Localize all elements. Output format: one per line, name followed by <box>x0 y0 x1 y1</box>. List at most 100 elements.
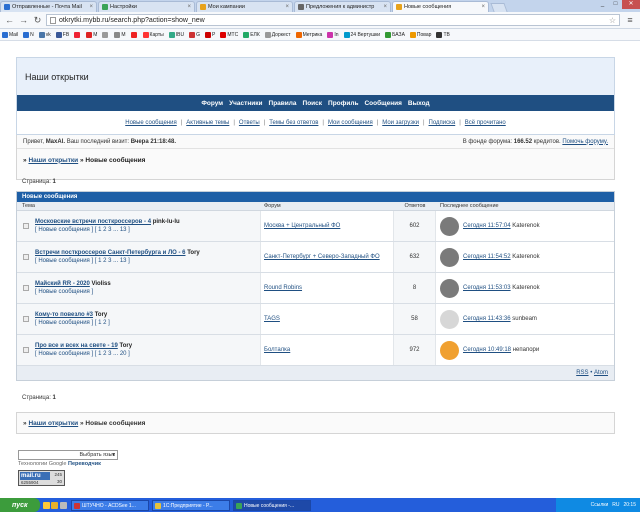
bookmark-star-icon[interactable]: ☆ <box>609 16 616 25</box>
mailru-counter[interactable]: mail.ru 245 30 6255904 <box>18 470 65 486</box>
avatar[interactable] <box>440 247 459 267</box>
forward-icon[interactable]: → <box>18 15 29 26</box>
submenu-link[interactable]: Подписка <box>429 120 456 126</box>
submenu-link[interactable]: Всё прочитано <box>465 120 506 126</box>
submenu-link[interactable]: Темы без ответов <box>269 120 318 126</box>
bookmark-item[interactable]: vk <box>38 31 51 38</box>
taskbar-task[interactable]: 1С:Предприятие - Р... <box>152 499 230 511</box>
taskbar-task[interactable]: ШТУЧНО - ACDSee 1... <box>71 499 149 511</box>
last-post-link[interactable]: Сегодня 11:43:36 <box>463 316 511 322</box>
bookmark-item[interactable] <box>102 31 109 38</box>
tray-links[interactable]: Ссылки <box>591 502 609 508</box>
atom-link[interactable]: Atom <box>594 370 608 376</box>
address-bar[interactable]: otkrytki.mybb.ru/search.php?action=show_… <box>46 14 620 26</box>
bookmark-item[interactable]: IBU <box>168 31 184 38</box>
last-post-link[interactable]: Сегодня 11:57:04 <box>463 223 511 229</box>
bookmark-item[interactable]: Метрика <box>295 31 322 38</box>
bookmark-item[interactable]: P <box>205 31 215 38</box>
browser-tab-active[interactable]: Новые сообщения × <box>392 1 489 12</box>
menu-item[interactable]: Сообщения <box>364 100 401 107</box>
chrome-icon[interactable] <box>51 501 59 509</box>
last-post-link[interactable]: Сегодня 11:54:52 <box>463 254 511 260</box>
close-tab-icon[interactable]: × <box>479 4 485 10</box>
language-select[interactable]: Выбрать язык ▾ <box>18 450 118 460</box>
topic-pages-links[interactable]: [ Новые сообщения ] [ 1 2 ] <box>35 320 110 326</box>
avatar[interactable] <box>440 309 459 329</box>
topic-pages-links[interactable]: [ Новые сообщения ] [ 1 2 3 ... 20 ] <box>35 351 130 357</box>
submenu-link[interactable]: Ответы <box>239 120 260 126</box>
forum-cell: Round Robins <box>261 273 394 303</box>
browser-tab[interactable]: Предложения к администр × <box>294 1 391 12</box>
reload-icon[interactable]: ↻ <box>32 15 43 26</box>
bookmark-item[interactable]: 24 Вертушки <box>343 31 380 38</box>
close-tab-icon[interactable]: × <box>381 4 387 10</box>
start-button[interactable]: пуск <box>0 498 40 512</box>
forum-link[interactable]: TAGS <box>264 316 280 322</box>
menu-item[interactable]: Форум <box>201 100 223 107</box>
topic-pages-links[interactable]: [ Новые сообщения ] <box>35 289 93 295</box>
rss-link[interactable]: RSS <box>576 370 588 376</box>
topic-link[interactable]: Встречи посткроссеров Санкт-Петербурга и… <box>35 250 186 256</box>
submenu-link[interactable]: Активные темы <box>186 120 229 126</box>
submenu-link[interactable]: Новые сообщения <box>125 120 176 126</box>
avatar[interactable] <box>440 278 459 298</box>
last-post-link[interactable]: Сегодня 10:49:18 <box>463 347 511 353</box>
topic-link[interactable]: Кому-то повезло #3 <box>35 312 93 318</box>
avatar[interactable] <box>440 216 459 236</box>
menu-item[interactable]: Участники <box>229 100 262 107</box>
desktop-icon[interactable] <box>60 501 68 509</box>
breadcrumb-home-link[interactable]: Наши открытки <box>28 157 78 164</box>
bookmark-item[interactable]: Повар <box>409 31 431 38</box>
bookmark-item[interactable]: MTC <box>220 31 238 38</box>
browser-tab[interactable]: Настройки × <box>98 1 195 12</box>
bookmark-item[interactable] <box>74 31 81 38</box>
menu-icon[interactable]: ≡ <box>624 14 636 26</box>
bookmark-item[interactable]: Доркест <box>264 31 291 38</box>
close-tab-icon[interactable]: × <box>87 4 93 10</box>
bookmark-item[interactable]: G <box>189 31 200 38</box>
submenu-link[interactable]: Мои загрузки <box>382 120 419 126</box>
bookmark-item[interactable]: БАЗА <box>385 31 405 38</box>
back-icon[interactable]: ← <box>4 15 15 26</box>
tray-language[interactable]: RU <box>612 502 619 508</box>
forum-link[interactable]: Москва + Центральный ФО <box>264 223 340 229</box>
bookmark-item[interactable] <box>130 31 138 38</box>
bookmark-item[interactable]: FB <box>55 31 69 38</box>
close-window-icon[interactable]: ✕ <box>622 0 640 9</box>
forum-link[interactable]: Round Robins <box>264 285 302 291</box>
bookmark-item[interactable]: Mail <box>2 31 18 38</box>
browser-tab[interactable]: Отправленные - Почта Mail × <box>0 1 97 12</box>
forum-link[interactable]: Санкт-Петербург + Северо-Западный ФО <box>264 254 380 260</box>
close-tab-icon[interactable]: × <box>283 4 289 10</box>
taskbar-task[interactable]: Новые сообщения -... <box>233 499 311 511</box>
menu-item[interactable]: Профиль <box>328 100 358 107</box>
topic-link[interactable]: Майский RR - 2020 <box>35 281 90 287</box>
bookmark-item[interactable]: М <box>86 31 97 38</box>
bookmark-item[interactable]: Карты <box>142 31 164 38</box>
folder-icon[interactable] <box>42 501 50 509</box>
minimize-icon[interactable]: _ <box>596 0 609 9</box>
translate-link[interactable]: Переводчик <box>68 461 101 467</box>
last-post-link[interactable]: Сегодня 11:53:03 <box>463 285 511 291</box>
bookmark-item[interactable]: М <box>114 31 126 38</box>
help-forum-link[interactable]: Помочь форуму. <box>562 139 608 145</box>
bookmark-item[interactable]: In <box>327 31 339 38</box>
submenu-link[interactable]: Мои сообщения <box>328 120 373 126</box>
browser-tab[interactable]: Мои кампании × <box>196 1 293 12</box>
bookmark-item[interactable]: TB <box>436 31 450 38</box>
bookmark-item[interactable]: N <box>23 31 34 38</box>
breadcrumb-home-link[interactable]: Наши открытки <box>28 420 78 427</box>
topic-pages-links[interactable]: [ Новые сообщения ] [ 1 2 3 ... 13 ] <box>35 227 130 233</box>
new-tab-button[interactable] <box>490 3 508 12</box>
avatar[interactable] <box>440 340 459 360</box>
forum-link[interactable]: Болталка <box>264 347 290 353</box>
menu-item[interactable]: Правила <box>269 100 297 107</box>
menu-item[interactable]: Выход <box>408 100 430 107</box>
topic-link[interactable]: Про все и всех на свете - 19 <box>35 343 118 349</box>
topic-pages-links[interactable]: [ Новые сообщения ] [ 1 2 3 ... 13 ] <box>35 258 130 264</box>
bookmark-item[interactable]: ЕЛК <box>243 31 260 38</box>
maximize-icon[interactable]: □ <box>609 0 622 9</box>
topic-link[interactable]: Московские встречи посткроссеров - 4 <box>35 219 151 225</box>
menu-item[interactable]: Поиск <box>303 100 323 107</box>
close-tab-icon[interactable]: × <box>185 4 191 10</box>
